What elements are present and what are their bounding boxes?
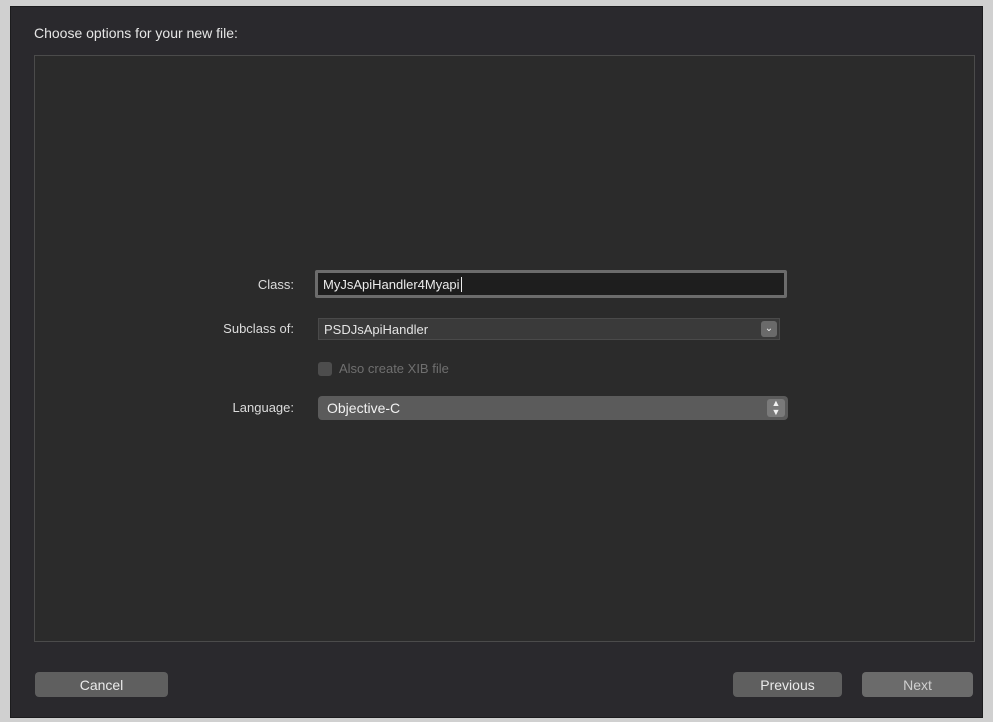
class-name-value: MyJsApiHandler4Myapi <box>323 276 460 292</box>
chevron-down-icon[interactable]: ⌄ <box>761 321 777 337</box>
subclass-combo-box[interactable]: PSDJsApiHandler ⌄ <box>318 318 780 340</box>
language-value: Objective-C <box>327 400 401 416</box>
subclass-label: Subclass of: <box>223 321 294 336</box>
class-name-input[interactable]: MyJsApiHandler4Myapi <box>315 270 787 298</box>
also-create-xib-label: Also create XIB file <box>339 361 449 376</box>
language-label: Language: <box>232 400 294 415</box>
subclass-value: PSDJsApiHandler <box>324 321 429 337</box>
up-down-arrows-icon: ▲ ▼ <box>767 399 785 417</box>
cancel-button[interactable]: Cancel <box>35 672 168 697</box>
text-caret <box>460 276 462 292</box>
next-button[interactable]: Next <box>862 672 973 697</box>
options-panel: Class: MyJsApiHandler4Myapi Subclass of:… <box>34 55 975 642</box>
also-create-xib-checkbox[interactable] <box>318 361 332 376</box>
class-label: Class: <box>257 277 294 292</box>
language-popup-button[interactable]: Objective-C ▲ ▼ <box>318 396 788 420</box>
also-create-xib-row: Also create XIB file <box>318 361 449 376</box>
previous-button[interactable]: Previous <box>733 672 842 697</box>
new-file-options-dialog: Choose options for your new file: Class:… <box>10 6 983 718</box>
dialog-title: Choose options for your new file: <box>34 25 238 41</box>
